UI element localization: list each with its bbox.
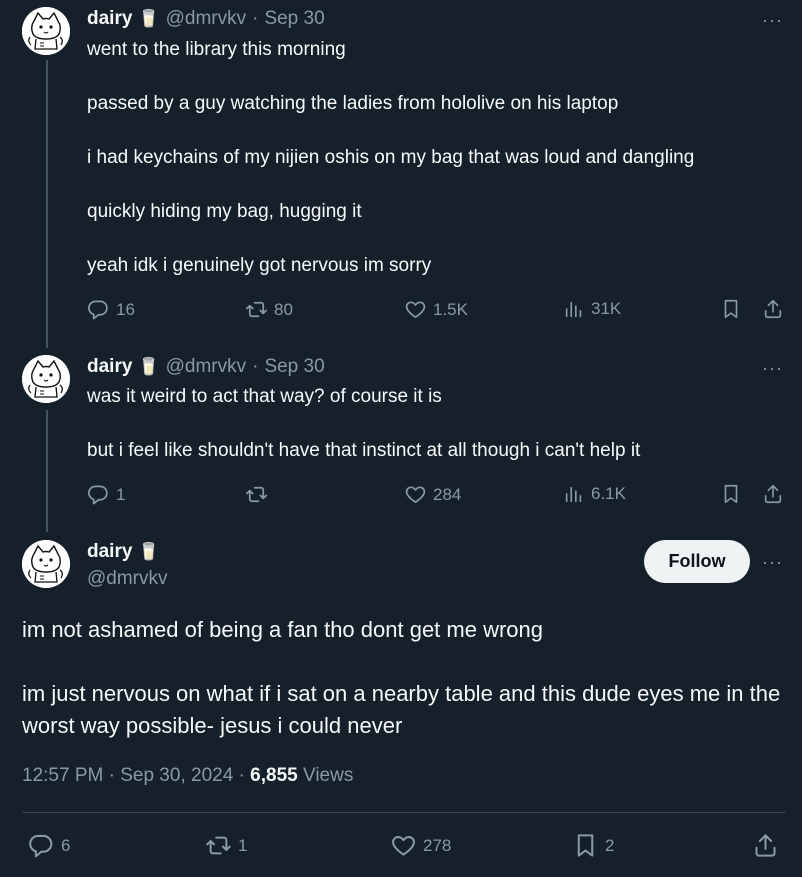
milk-emoji-icon: 🥛 (138, 542, 160, 561)
tweet-text: went to the library this morning passed … (87, 36, 777, 279)
views-label: Views (302, 765, 354, 786)
tweet-date[interactable]: Sep 30 (264, 356, 324, 378)
tweet-paragraph: quickly hiding my bag, hugging it (87, 201, 362, 222)
like-count: 284 (433, 484, 462, 504)
bookmark-button[interactable] (720, 298, 742, 320)
reply-button[interactable]: 16 (87, 298, 135, 321)
tweet-text: was it weird to act that way? of course … (87, 383, 777, 464)
heart-icon (392, 836, 415, 856)
tweet-metadata: 12:57 PM · Sep 30, 2024 · 6,855 Views (22, 765, 353, 787)
share-icon (764, 484, 782, 504)
reply-icon (88, 300, 108, 320)
more-options-button[interactable]: ··· (762, 552, 783, 573)
share-icon (764, 299, 782, 319)
handle[interactable]: @dmrvkv (166, 8, 247, 30)
bookmark-icon (577, 834, 594, 857)
tweet-time[interactable]: 12:57 PM (22, 765, 103, 786)
tweet-header: dairy 🥛 @dmrvkv · Sep 30 (87, 8, 325, 30)
like-button[interactable]: 1.5K (404, 298, 468, 321)
share-icon (755, 834, 776, 857)
cat-avatar-icon (22, 355, 70, 403)
tweet-paragraph: im just nervous on what if i sat on a ne… (22, 681, 781, 738)
like-count: 1.5K (433, 299, 468, 319)
heart-icon (405, 486, 426, 504)
views-button[interactable]: 31K (563, 298, 621, 320)
bookmark-count: 2 (605, 835, 615, 855)
heart-icon (405, 301, 426, 319)
follow-button[interactable]: Follow (644, 540, 750, 583)
retweet-button[interactable]: 80 (245, 298, 293, 321)
display-name[interactable]: dairy (87, 356, 132, 378)
views-chart-icon (565, 486, 582, 503)
tweet-paragraph: im not ashamed of being a fan tho dont g… (22, 617, 543, 642)
separator: · (238, 765, 245, 786)
retweet-count: 1 (238, 835, 248, 855)
tweet-paragraph: was it weird to act that way? of course … (87, 386, 442, 407)
views-button[interactable]: 6.1K (563, 483, 626, 505)
tweet-paragraph: went to the library this morning (87, 39, 346, 60)
views-count: 6,855 (250, 765, 298, 786)
bookmark-button[interactable]: 2 (572, 832, 614, 859)
separator: · (252, 356, 259, 377)
milk-emoji-icon: 🥛 (138, 357, 160, 376)
like-button[interactable]: 284 (404, 483, 461, 506)
divider (22, 812, 786, 813)
thread-line (46, 410, 48, 532)
bookmark-button[interactable] (720, 483, 742, 505)
tweet-paragraph: i had keychains of my nijien oshis on my… (87, 147, 695, 168)
tweet-paragraph: passed by a guy watching the ladies from… (87, 93, 619, 114)
share-button[interactable] (762, 483, 784, 505)
views-count: 6.1K (591, 484, 626, 503)
tweet-header: dairy 🥛 @dmrvkv · Sep 30 (87, 356, 325, 378)
cat-avatar-icon (22, 7, 70, 55)
like-count: 278 (423, 835, 452, 855)
like-button[interactable]: 278 (390, 832, 451, 859)
more-options-button[interactable]: ··· (762, 10, 783, 31)
retweet-icon (246, 301, 267, 318)
display-name[interactable]: dairy (87, 541, 132, 563)
views-chart-icon (565, 301, 582, 318)
reply-count: 1 (116, 484, 126, 504)
avatar[interactable] (22, 7, 70, 55)
tweet-paragraph: yeah idk i genuinely got nervous im sorr… (87, 255, 432, 276)
cat-avatar-icon (22, 540, 70, 588)
avatar[interactable] (22, 355, 70, 403)
tweet-date[interactable]: Sep 30 (264, 8, 324, 30)
reply-button[interactable]: 6 (28, 832, 70, 859)
thread-line (46, 60, 48, 348)
reply-count: 6 (61, 835, 71, 855)
milk-emoji-icon: 🥛 (138, 9, 160, 28)
retweet-count: 80 (274, 299, 293, 319)
reply-count: 16 (116, 299, 135, 319)
reply-icon (29, 834, 53, 858)
separator: · (252, 8, 259, 29)
separator: · (108, 765, 115, 786)
retweet-icon (206, 836, 231, 855)
bookmark-icon (724, 299, 738, 319)
tweet-date[interactable]: Sep 30, 2024 (120, 765, 233, 786)
display-name[interactable]: dairy (87, 8, 132, 30)
retweet-button[interactable] (245, 483, 274, 506)
handle[interactable]: @dmrvkv (166, 356, 247, 378)
bookmark-icon (724, 484, 738, 504)
reply-button[interactable]: 1 (87, 483, 125, 506)
tweet-paragraph: but i feel like shouldn't have that inst… (87, 440, 641, 461)
handle[interactable]: @dmrvkv (87, 568, 168, 590)
share-button[interactable] (762, 298, 784, 320)
more-options-button[interactable]: ··· (762, 358, 783, 379)
share-button[interactable] (752, 832, 779, 859)
tweet-text: im not ashamed of being a fan tho dont g… (22, 614, 782, 742)
retweet-icon (246, 486, 267, 503)
views-count: 31K (591, 299, 622, 318)
avatar[interactable] (22, 540, 70, 588)
reply-icon (88, 485, 108, 505)
tweet-header: dairy 🥛 (87, 541, 160, 563)
retweet-button[interactable]: 1 (205, 832, 247, 859)
